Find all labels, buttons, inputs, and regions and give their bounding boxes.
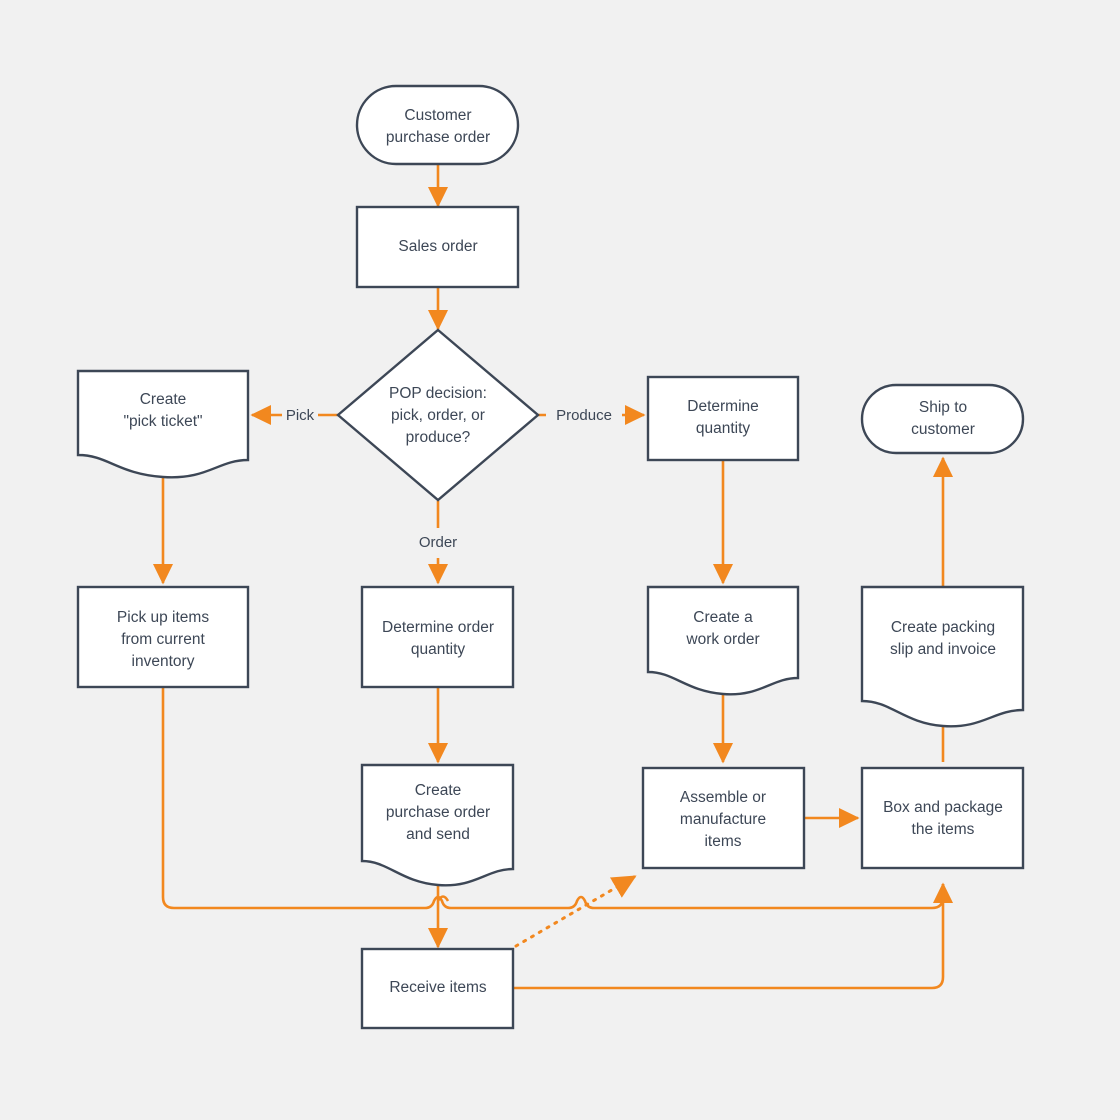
- label-pop-decision-2: pick, order, or: [391, 407, 485, 424]
- label-determine-order-quantity-2: quantity: [411, 641, 466, 658]
- label-customer-purchase-order-2: purchase order: [386, 129, 490, 146]
- label-create-purchase-order-1: Create: [415, 782, 462, 799]
- label-determine-order-quantity-1: Determine order: [382, 619, 494, 636]
- label-determine-quantity-1: Determine: [687, 398, 759, 415]
- label-pop-decision-1: POP decision:: [389, 385, 487, 402]
- node-ship-to-customer[interactable]: [860, 383, 1025, 455]
- flowchart-canvas: Customer purchase order Sales order POP …: [0, 0, 1120, 1120]
- node-determine-order-quantity[interactable]: [360, 585, 515, 689]
- label-assemble-or-manufacture-3: items: [704, 833, 741, 850]
- label-create-work-order-2: work order: [685, 631, 759, 648]
- flowchart-svg: Customer purchase order Sales order POP …: [76, 84, 1025, 1030]
- label-assemble-or-manufacture-1: Assemble or: [680, 789, 766, 806]
- label-create-purchase-order-2: purchase order: [386, 804, 490, 821]
- label-receive-items: Receive items: [389, 979, 487, 996]
- label-create-packing-slip-2: slip and invoice: [890, 641, 996, 658]
- edge-layer: [152, 163, 954, 947]
- edge-receive-items-to-assemble-dotted: [514, 875, 637, 948]
- label-create-work-order-1: Create a: [693, 609, 753, 626]
- node-box-and-package[interactable]: [860, 766, 1025, 870]
- label-pick-up-items-2: from current: [121, 631, 205, 648]
- label-ship-to-customer-2: customer: [911, 421, 975, 438]
- node-determine-quantity[interactable]: [646, 375, 800, 462]
- label-pick-up-items-1: Pick up items: [117, 609, 209, 626]
- edge-label-produce: Produce: [556, 407, 612, 424]
- label-box-and-package-2: the items: [912, 821, 975, 838]
- label-box-and-package-1: Box and package: [883, 799, 1003, 816]
- label-sales-order: Sales order: [398, 238, 477, 255]
- label-pop-decision-3: produce?: [406, 429, 471, 446]
- label-create-packing-slip-1: Create packing: [891, 619, 995, 636]
- label-customer-purchase-order-1: Customer: [404, 107, 471, 124]
- edge-pick-up-items-to-box-bus: [161, 688, 954, 910]
- label-create-purchase-order-3: and send: [406, 826, 470, 843]
- edge-label-pick: Pick: [286, 407, 315, 424]
- node-layer: [76, 84, 1025, 1030]
- edge-layer-nohead: [161, 688, 954, 990]
- label-create-pick-ticket-2: "pick ticket": [123, 413, 202, 430]
- node-customer-purchase-order[interactable]: [355, 84, 520, 166]
- label-pick-up-items-3: inventory: [132, 653, 195, 670]
- label-ship-to-customer-1: Ship to: [919, 399, 967, 416]
- label-create-pick-ticket-1: Create: [140, 391, 187, 408]
- label-determine-quantity-2: quantity: [696, 420, 751, 437]
- edge-label-order: Order: [419, 534, 457, 551]
- label-assemble-or-manufacture-2: manufacture: [680, 811, 766, 828]
